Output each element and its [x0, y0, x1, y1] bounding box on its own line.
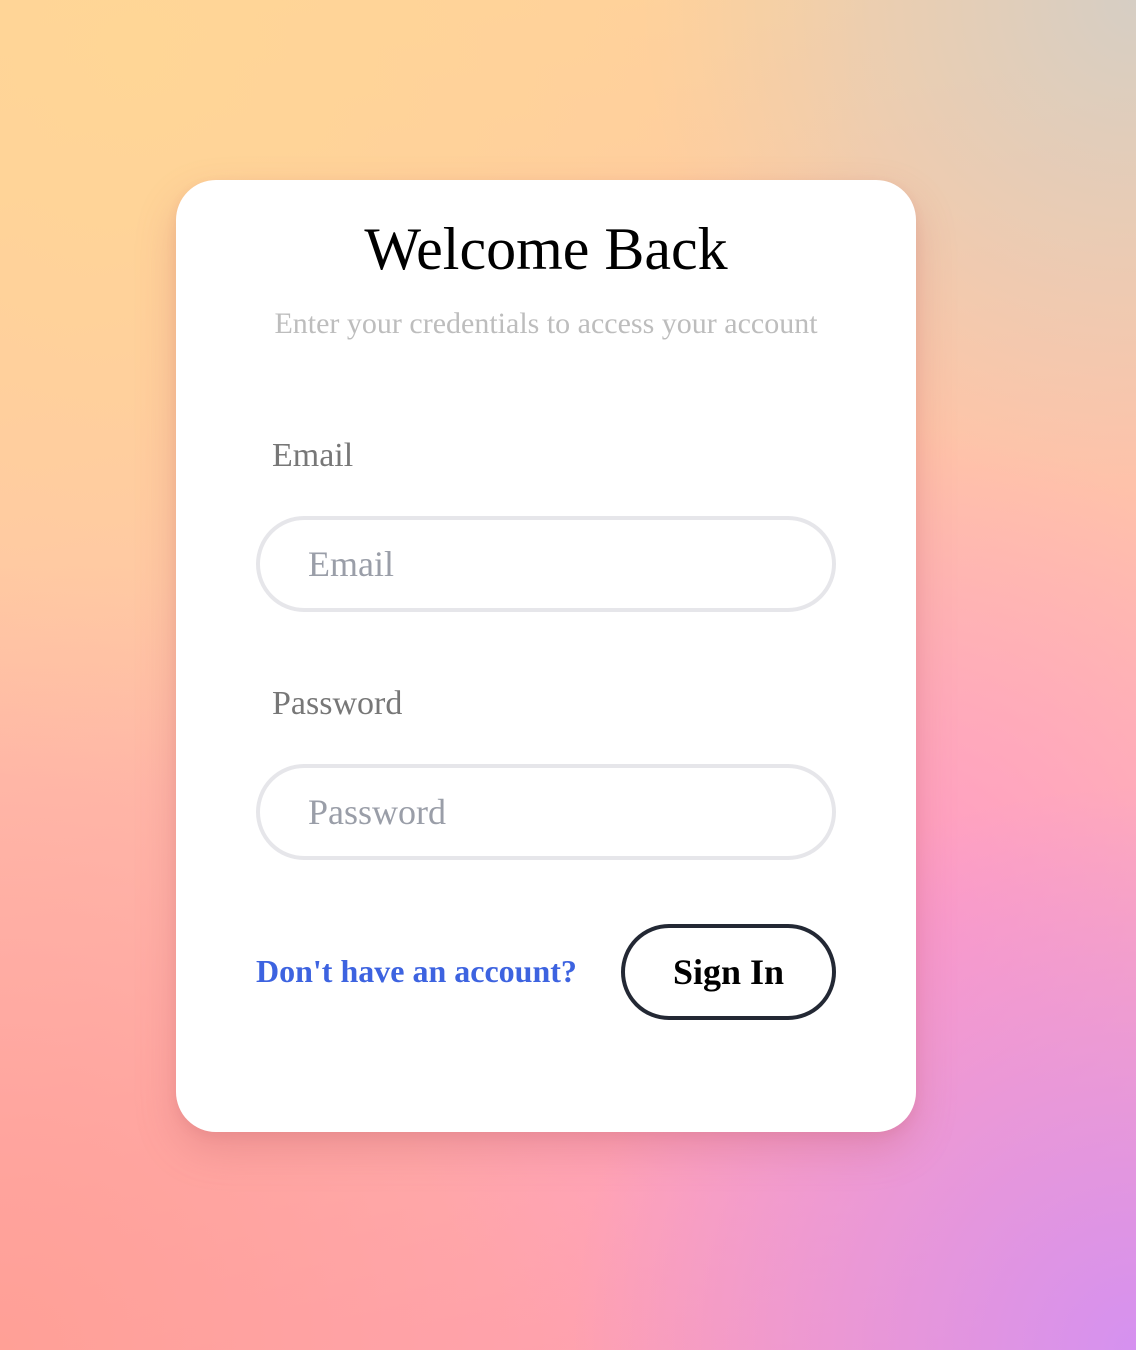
password-field[interactable] [256, 764, 836, 860]
email-label: Email [272, 437, 354, 474]
page-title: Welcome Back [364, 216, 728, 282]
page-subtitle: Enter your credentials to access your ac… [274, 307, 818, 340]
password-label: Password [272, 685, 403, 722]
email-field[interactable] [256, 516, 836, 612]
sign-in-button[interactable]: Sign In [621, 924, 836, 1020]
signup-link[interactable]: Don't have an account? [256, 951, 577, 991]
login-card: Welcome Back Enter your credentials to a… [176, 180, 916, 1132]
